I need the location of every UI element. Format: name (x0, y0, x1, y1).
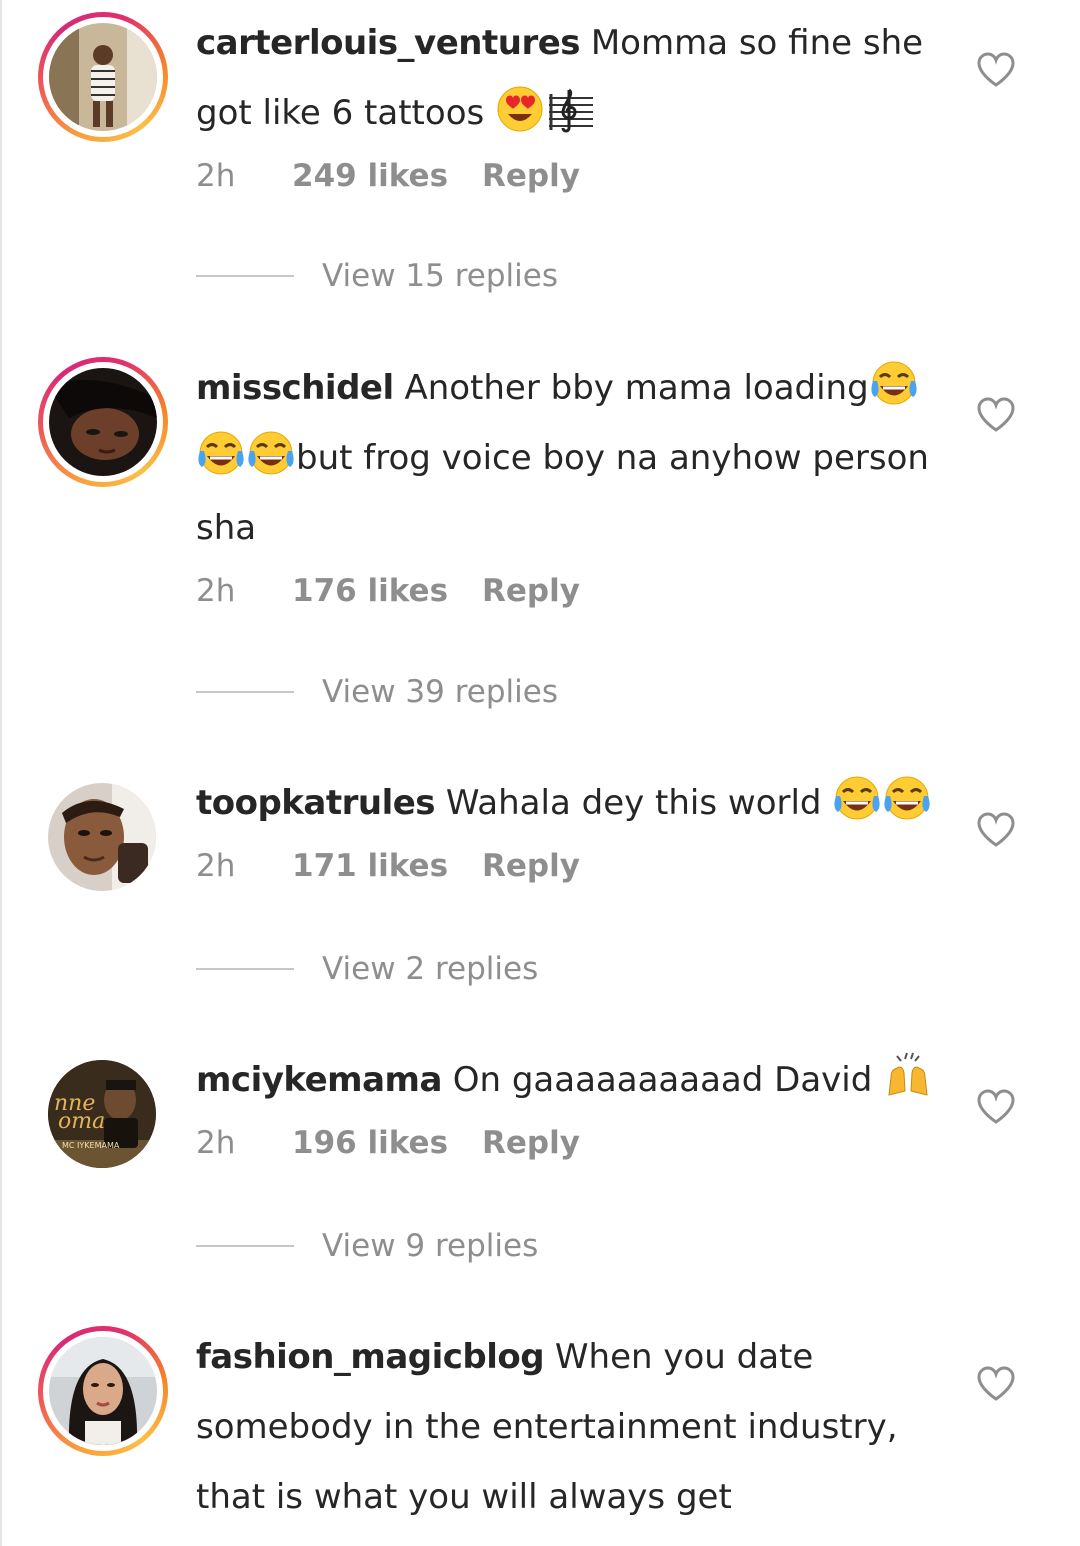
view-replies-label: View 15 replies (322, 258, 558, 294)
reply-button[interactable]: Reply (482, 1125, 580, 1161)
comment-text: fashion_magicblog When you date somebody… (196, 1322, 936, 1532)
comment-meta: 2h 176 likes Reply (196, 573, 580, 609)
profile-photo (48, 783, 156, 891)
comment-meta: 2h 171 likes Reply (196, 848, 580, 884)
heart-eyes-emoji-icon (495, 84, 545, 134)
comment-username[interactable]: toopkatrules (196, 783, 436, 823)
musical-score-emoji-icon (545, 84, 595, 134)
view-replies-button[interactable]: View 15 replies (196, 258, 558, 294)
comment-text: toopkatrules Wahala dey this world (196, 768, 936, 838)
comment-body-line2: somebody in the entertainment industry, (196, 1407, 898, 1447)
heart-outline-icon[interactable] (976, 1366, 1016, 1402)
tears-of-joy-emoji-icon (246, 429, 296, 479)
comment-body-line1: Wahala dey this world (445, 783, 822, 823)
tears-of-joy-emoji-icon (196, 429, 246, 479)
avatar-text-caption: MC IYKEMAMA (62, 1141, 120, 1150)
avatar[interactable] (38, 12, 168, 142)
view-replies-label: View 39 replies (322, 674, 558, 710)
avatar-text-oma: oma (58, 1109, 105, 1134)
heart-outline-icon[interactable] (976, 397, 1016, 433)
comment-body-line2: but frog voice boy na anyhow person (296, 438, 929, 478)
story-ring (38, 1326, 168, 1456)
comment-username[interactable]: carterlouis_ventures (196, 23, 581, 63)
avatar[interactable] (38, 1326, 168, 1456)
comment-meta: 2h 249 likes Reply (196, 158, 580, 194)
comment-username[interactable]: mciykemama (196, 1060, 442, 1100)
comment-time: 2h (196, 1125, 236, 1161)
view-replies-button[interactable]: View 9 replies (196, 1228, 538, 1264)
raising-hands-emoji-icon (883, 1051, 933, 1101)
heart-outline-icon[interactable] (976, 1089, 1016, 1125)
replies-divider (196, 275, 294, 277)
comment-likes[interactable]: 249 likes (292, 158, 482, 194)
avatar[interactable]: nne oma MC IYKEMAMA (48, 1060, 156, 1168)
profile-photo (49, 1337, 157, 1445)
view-replies-label: View 2 replies (322, 951, 539, 987)
avatar[interactable] (48, 783, 156, 891)
comment-username[interactable]: misschidel (196, 368, 394, 408)
profile-photo (49, 23, 157, 131)
comment-text: misschidel Another bby mama loading but … (196, 353, 936, 563)
comment-body-line1: Another bby mama loading (404, 368, 869, 408)
comment-body-line1: When you date (554, 1337, 814, 1377)
reply-button[interactable]: Reply (482, 158, 580, 194)
reply-button[interactable]: Reply (482, 573, 580, 609)
story-ring (38, 357, 168, 487)
profile-photo: nne oma MC IYKEMAMA (48, 1060, 156, 1168)
tears-of-joy-emoji-icon (882, 774, 932, 824)
comment-body-line1: On gaaaaaaaaaad David (452, 1060, 873, 1100)
comment-text: carterlouis_ventures Momma so fine she g… (196, 8, 936, 148)
tears-of-joy-emoji-icon (869, 359, 919, 409)
story-ring (38, 12, 168, 142)
replies-divider (196, 1245, 294, 1247)
profile-photo (49, 368, 157, 476)
view-replies-button[interactable]: View 2 replies (196, 951, 538, 987)
comment-likes[interactable]: 176 likes (292, 573, 482, 609)
view-replies-button[interactable]: View 39 replies (196, 674, 558, 710)
comment-username[interactable]: fashion_magicblog (196, 1337, 545, 1377)
left-border (0, 0, 2, 1546)
tears-of-joy-emoji-icon (832, 774, 882, 824)
comment-body-line1: Momma so fine she (590, 23, 924, 63)
comment-body-line2: got like 6 tattoos (196, 93, 485, 133)
heart-outline-icon[interactable] (976, 812, 1016, 848)
heart-outline-icon[interactable] (976, 52, 1016, 88)
avatar[interactable] (38, 357, 168, 487)
comment-body-line3: sha (196, 508, 257, 548)
replies-divider (196, 968, 294, 970)
comment-likes[interactable]: 196 likes (292, 1125, 482, 1161)
comment-time: 2h (196, 158, 236, 194)
comment-body-line3: that is what you will always get (196, 1477, 732, 1517)
comment-likes[interactable]: 171 likes (292, 848, 482, 884)
view-replies-label: View 9 replies (322, 1228, 539, 1264)
replies-divider (196, 691, 294, 693)
comment-time: 2h (196, 848, 236, 884)
reply-button[interactable]: Reply (482, 848, 580, 884)
comment-text: mciykemama On gaaaaaaaaaad David (196, 1045, 936, 1115)
comment-meta: 2h 196 likes Reply (196, 1125, 580, 1161)
comment-time: 2h (196, 573, 236, 609)
